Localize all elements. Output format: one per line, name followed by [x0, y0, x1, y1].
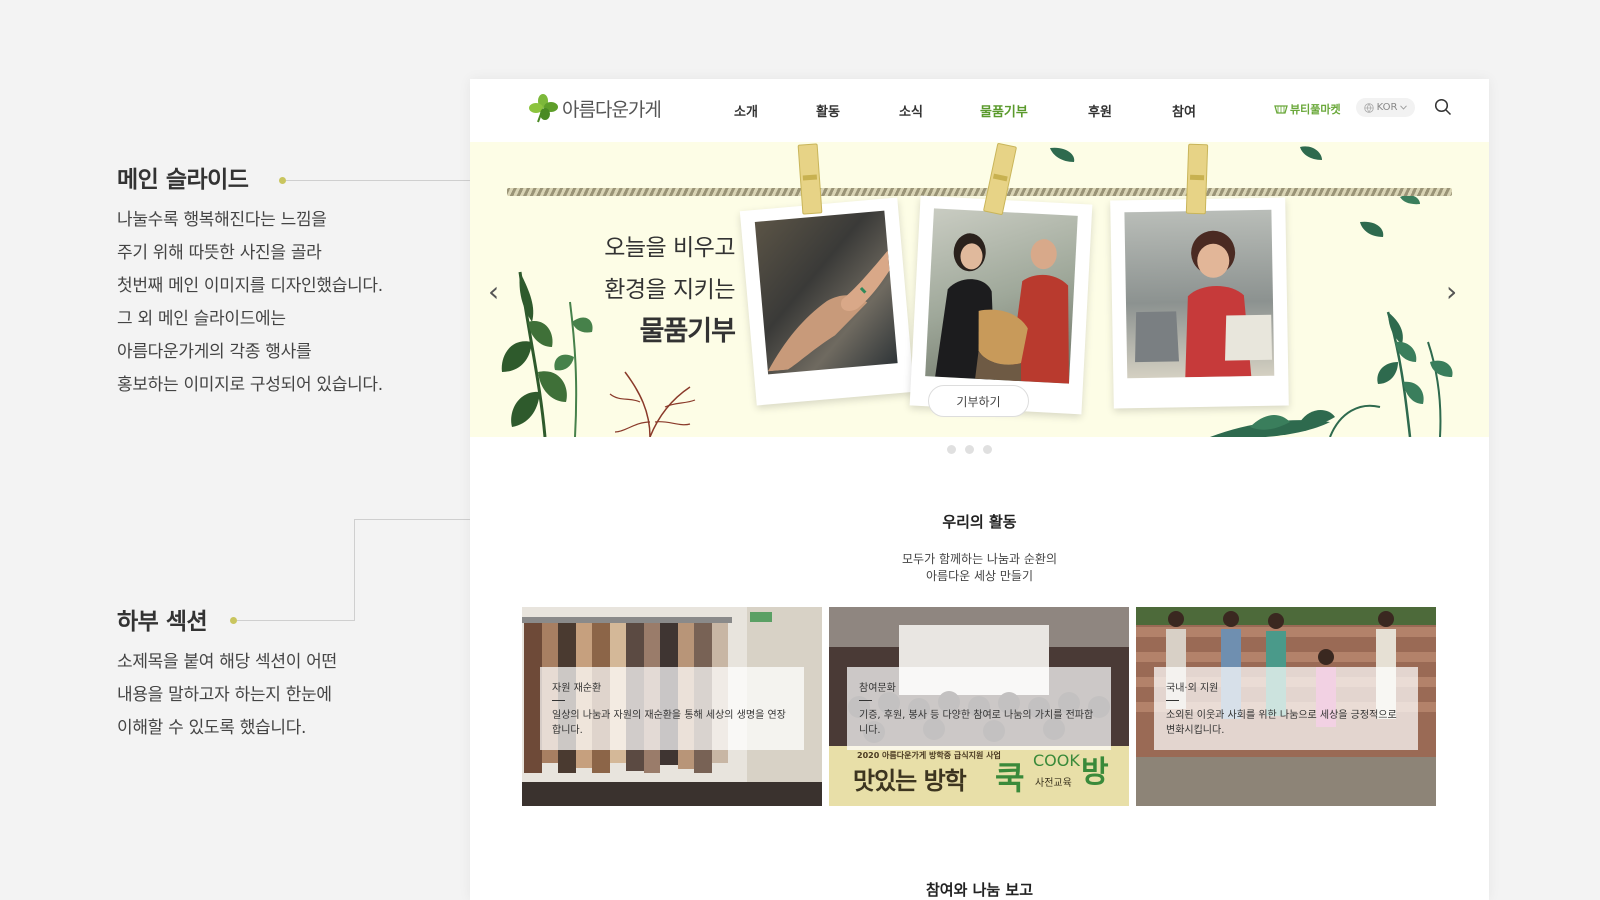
- annotation-lower-section: 하부 섹션 소제목을 붙여 해당 섹션이 어떤 내용을 말하고자 하는지 한눈에…: [117, 602, 447, 745]
- clothespin-icon: [797, 143, 823, 215]
- logo-text: 아름다운가게: [562, 98, 662, 121]
- search-button[interactable]: [1434, 98, 1452, 120]
- search-icon: [1434, 98, 1452, 116]
- poster-cook-korean: 쿡: [995, 759, 1025, 797]
- activity-card-participation[interactable]: 참여문화 기증, 후원, 봉사 등 다양한 참여로 나눔의 가치를 전파합니다.…: [829, 607, 1129, 806]
- poster-bang: 방: [1081, 755, 1109, 790]
- website-preview: 아름다운가게 소개 활동 소식 물품기부 후원 참여 뷰티풀마켓 KOR 오늘을…: [470, 79, 1489, 900]
- slider-pagination: [947, 445, 992, 454]
- annotation-line: 홍보하는 이미지로 구성되어 있습니다.: [117, 375, 383, 395]
- card-overlay: 국내·외 지원 소외된 이웃과 사회를 위한 나눔으로 세상을 긍정적으로 변화…: [1154, 667, 1418, 750]
- photo-card-volunteer: [1110, 197, 1289, 409]
- photo-card-handshake: [739, 197, 915, 406]
- clothespin-icon: [1185, 143, 1209, 215]
- nav-item-support[interactable]: 후원: [1088, 101, 1112, 120]
- poster-caption: 2020 아름다운가게 방학중 급식지원 사업: [857, 751, 1001, 760]
- annotation-main-slide: 메인 슬라이드 나눌수록 행복해진다는 느낌을 주기 위해 따뜻한 사진을 골라…: [117, 160, 447, 402]
- annotation-line: 이해할 수 있도록 했습니다.: [117, 718, 307, 738]
- main-slider: 오늘을 비우고 환경을 지키는 물품기부 기부하기 ‹ ›: [470, 142, 1489, 437]
- annotation-line: 아름다운가게의 각종 행사를: [117, 342, 312, 362]
- subtitle-line: 아름다운 세상 만들기: [926, 569, 1033, 583]
- card-category: 국내·외 지원: [1166, 683, 1219, 694]
- clothesline-rope: [507, 188, 1452, 196]
- nav-item-activities[interactable]: 활동: [816, 101, 840, 120]
- card-overlay: 자원 재순환 일상의 나눔과 자원의 재순환을 통해 세상의 생명을 연장합니다…: [540, 667, 804, 750]
- activities-subtitle: 모두가 함께하는 나눔과 순환의 아름다운 세상 만들기: [470, 551, 1489, 585]
- nav-item-donation[interactable]: 물품기부: [980, 101, 1028, 120]
- volunteer-illustration: [1135, 230, 1273, 378]
- card-description: 일상의 나눔과 자원의 재순환을 통해 세상의 생명을 연장합니다.: [552, 710, 786, 736]
- participation-title: 참여와 나눔 보고: [925, 881, 1034, 899]
- headline-line: 환경을 지키는: [604, 277, 735, 303]
- annotation-dot: [230, 617, 237, 624]
- slider-dot[interactable]: [983, 445, 992, 454]
- nav-item-participate[interactable]: 참여: [1172, 101, 1196, 120]
- donors-illustration: [935, 233, 1069, 384]
- photo-card-donation: [909, 195, 1093, 415]
- annotation-line: 나눌수록 행복해진다는 느낌을: [117, 210, 327, 230]
- handshake-photo: [754, 210, 898, 375]
- language-selector[interactable]: KOR: [1356, 98, 1415, 117]
- annotation-line: 주기 위해 따뜻한 사진을 골라: [117, 243, 322, 263]
- slider-dot[interactable]: [947, 445, 956, 454]
- poster-title: 맛있는 방학: [853, 767, 967, 795]
- falling-leaves-decoration: [1300, 146, 1420, 237]
- annotation-connector: [354, 519, 355, 621]
- card-description: 소외된 이웃과 사회를 위한 나눔으로 세상을 긍정적으로 변화시킵니다.: [1166, 710, 1397, 736]
- headline-line: 오늘을 비우고: [604, 235, 735, 261]
- poster-subtitle: 사전교육: [1035, 778, 1072, 789]
- card-divider: [859, 700, 872, 701]
- slider-dot[interactable]: [965, 445, 974, 454]
- chevron-down-icon: [1400, 105, 1408, 110]
- poster-cook-english: COOK: [1033, 751, 1080, 770]
- site-logo[interactable]: 아름다운가게: [528, 93, 662, 123]
- globe-icon: [1363, 102, 1374, 113]
- card-category: 자원 재순환: [552, 683, 602, 694]
- annotation-connector: [286, 180, 470, 181]
- subtitle-line: 모두가 함께하는 나눔과 순환의: [902, 552, 1057, 566]
- beauty-market-link[interactable]: 뷰티풀마켓: [1274, 101, 1341, 117]
- clover-logo-icon: [529, 94, 558, 123]
- annotation-body: 소제목을 붙여 해당 섹션이 어떤 내용을 말하고자 하는지 한눈에 이해할 수…: [117, 646, 447, 745]
- card-description: 기증, 후원, 봉사 등 다양한 참여로 나눔의 가치를 전파합니다.: [859, 710, 1094, 736]
- basket-icon: [1274, 104, 1288, 114]
- card-divider: [1166, 700, 1179, 701]
- annotation-line: 그 외 메인 슬라이드에는: [117, 309, 286, 329]
- card-divider: [552, 700, 565, 701]
- headline-emphasis: 물품기부: [633, 311, 748, 353]
- slide-headline: 오늘을 비우고 환경을 지키는 물품기부: [595, 227, 748, 354]
- annotation-connector: [237, 620, 355, 621]
- donate-button[interactable]: 기부하기: [928, 385, 1029, 417]
- nav-item-news[interactable]: 소식: [899, 101, 923, 120]
- annotation-line: 내용을 말하고자 하는지 한눈에: [117, 685, 332, 705]
- activity-card-recycling[interactable]: 자원 재순환 일상의 나눔과 자원의 재순환을 통해 세상의 생명을 연장합니다…: [522, 607, 822, 806]
- donation-photo: [925, 208, 1078, 384]
- activities-title: 우리의 활동: [942, 513, 1017, 531]
- annotation-line: 소제목을 붙여 해당 섹션이 어떤: [117, 652, 337, 672]
- nav-item-intro[interactable]: 소개: [734, 101, 758, 120]
- annotation-body: 나눌수록 행복해진다는 느낌을 주기 위해 따뜻한 사진을 골라 첫번째 메인 …: [117, 204, 447, 402]
- card-overlay: 참여문화 기증, 후원, 봉사 등 다양한 참여로 나눔의 가치를 전파합니다.: [847, 667, 1111, 750]
- chevron-left-icon[interactable]: ‹: [488, 275, 499, 308]
- site-header: 아름다운가게 소개 활동 소식 물품기부 후원 참여 뷰티풀마켓 KOR: [470, 79, 1489, 142]
- language-value: KOR: [1376, 102, 1398, 113]
- hands-illustration: [767, 250, 890, 372]
- card-category: 참여문화: [859, 683, 896, 694]
- annotation-title: 하부 섹션: [117, 609, 208, 635]
- annotation-line: 첫번째 메인 이미지를 디자인했습니다.: [117, 276, 383, 296]
- annotation-dot: [279, 177, 286, 184]
- beauty-market-label: 뷰티풀마켓: [1290, 103, 1341, 116]
- chevron-right-icon[interactable]: ›: [1446, 275, 1457, 308]
- volunteer-photo: [1124, 209, 1275, 379]
- activity-card-global-support[interactable]: 국내·외 지원 소외된 이웃과 사회를 위한 나눔으로 세상을 긍정적으로 변화…: [1136, 607, 1436, 806]
